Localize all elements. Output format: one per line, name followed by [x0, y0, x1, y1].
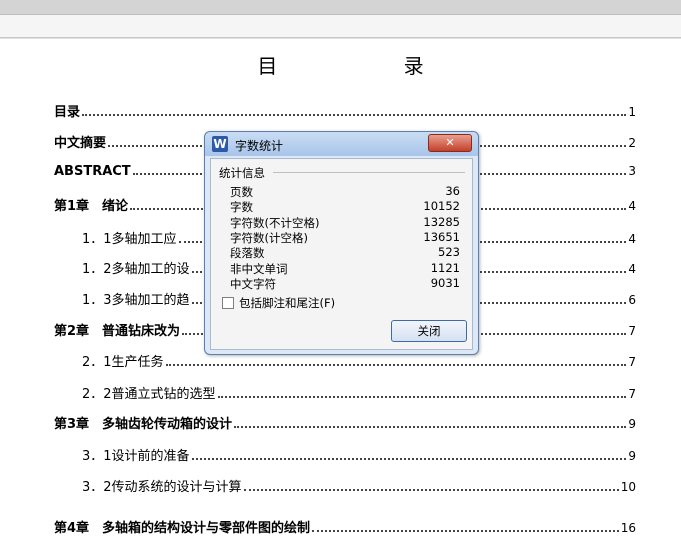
- toc-entry-label: ABSTRACT: [54, 164, 131, 179]
- toc-entry-label: 1．3多轴加工的趋: [82, 293, 190, 308]
- toc-entry[interactable]: 第4章 多轴箱的结构设计与零部件图的绘制 16: [54, 517, 636, 536]
- toc-entry-label: 3．2传动系统的设计与计算: [82, 480, 242, 495]
- close-button[interactable]: 关闭: [391, 320, 467, 342]
- stat-value: 1121: [430, 260, 460, 275]
- wps-writer-icon: W: [212, 136, 228, 152]
- toc-entry-label: 1．2多轴加工的设: [82, 262, 190, 277]
- stat-row: 段落数 523: [230, 245, 460, 260]
- toc-entry-label: 中文摘要: [54, 136, 107, 151]
- toc-entry[interactable]: 2．2普通立式钻的选型 7: [82, 383, 636, 402]
- ruler-bar: [0, 15, 681, 38]
- close-icon[interactable]: ✕: [428, 134, 472, 152]
- toc-entry-label: 3．1设计前的准备: [82, 449, 190, 464]
- toc-entry-label: 第2章 普通钻床改为: [54, 324, 181, 339]
- toc-entry-label: 第1章 绪论: [54, 199, 129, 214]
- stat-value: 13651: [423, 229, 460, 244]
- include-footnotes-option[interactable]: 包括脚注和尾注(F): [222, 295, 335, 311]
- toc-leader-dots: [82, 114, 627, 116]
- toc-leader-dots: [165, 364, 627, 366]
- toc-entry-page: 2: [628, 136, 636, 150]
- toc-leader-dots: [217, 396, 627, 398]
- toc-entry-page: 1: [628, 105, 636, 119]
- toc-leader-dots: [191, 458, 627, 460]
- dialog-title: 字数统计: [235, 139, 284, 153]
- include-footnotes-label: 包括脚注和尾注(F): [239, 296, 336, 310]
- group-divider: [273, 172, 465, 173]
- toc-leader-dots: [243, 489, 619, 491]
- page-top-border: [0, 38, 681, 39]
- toc-entry-page: 3: [628, 164, 636, 178]
- toc-entry-label: 第4章 多轴箱的结构设计与零部件图的绘制: [54, 521, 311, 536]
- toc-entry-page: 7: [628, 387, 636, 401]
- dialog-titlebar[interactable]: W 字数统计 ✕: [205, 132, 478, 156]
- toc-entry-page: 10: [620, 480, 636, 494]
- include-footnotes-checkbox[interactable]: [222, 297, 234, 309]
- stat-label: 字数: [230, 200, 253, 215]
- word-count-dialog: W 字数统计 ✕ 统计信息 页数 36 字数 10152 字符数(不计空格) 13285 字…: [204, 131, 479, 355]
- dialog-body: 统计信息 页数 36 字数 10152 字符数(不计空格) 13285 字符数(计空格) 13…: [210, 158, 473, 350]
- toc-entry[interactable]: 3．2传动系统的设计与计算 10: [82, 476, 636, 495]
- toc-entry-page: 4: [628, 232, 636, 246]
- stat-row: 非中文单词 1121: [230, 261, 460, 276]
- stat-value: 523: [438, 245, 460, 260]
- toc-entry-page: 9: [628, 417, 636, 431]
- toc-entry-label: 2．1生产任务: [82, 355, 164, 370]
- stat-label: 非中文单词: [230, 261, 288, 276]
- group-title: 统计信息: [219, 166, 265, 180]
- toc-entry-page: 16: [620, 521, 636, 535]
- toc-entry-page: 4: [628, 199, 636, 213]
- stat-value: 9031: [430, 275, 460, 290]
- stat-row: 页数 36: [230, 184, 460, 199]
- stat-label: 段落数: [230, 246, 265, 261]
- toc-entry-label: 第3章 多轴齿轮传动箱的设计: [54, 417, 233, 432]
- toc-leader-dots: [234, 426, 627, 428]
- toc-entry-label: 2．2普通立式钻的选型: [82, 387, 216, 402]
- stat-label: 中文字符: [230, 276, 276, 291]
- toc-leader-dots: [312, 530, 619, 532]
- toc-entry[interactable]: 第3章 多轴齿轮传动箱的设计 9: [54, 413, 636, 432]
- stat-row: 字符数(不计空格) 13285: [230, 215, 460, 230]
- toc-entry-label: 1．1多轴加工应: [82, 232, 177, 247]
- toc-entry[interactable]: 3．1设计前的准备 9: [82, 445, 636, 464]
- toc-entry-label: 目录: [54, 105, 81, 120]
- toc-entry[interactable]: 目录 1: [54, 101, 636, 120]
- stat-value: 36: [445, 184, 460, 198]
- page-title: 目 录: [257, 54, 484, 78]
- stat-row: 字符数(计空格) 13651: [230, 230, 460, 245]
- toc-entry-page: 7: [628, 355, 636, 369]
- stat-label: 字符数(不计空格): [230, 215, 320, 230]
- stat-row: 字数 10152: [230, 199, 460, 214]
- stat-row: 中文字符 9031: [230, 276, 460, 291]
- toc-entry-page: 9: [628, 449, 636, 463]
- toc-entry-page: 4: [628, 262, 636, 276]
- stat-value: 10152: [423, 199, 460, 214]
- stat-label: 字符数(计空格): [230, 230, 308, 245]
- app-toolbar-strip: [0, 0, 681, 15]
- stat-value: 13285: [423, 214, 460, 229]
- toc-entry-page: 7: [628, 324, 636, 338]
- toc-entry-page: 6: [628, 293, 636, 307]
- stat-label: 页数: [230, 185, 253, 199]
